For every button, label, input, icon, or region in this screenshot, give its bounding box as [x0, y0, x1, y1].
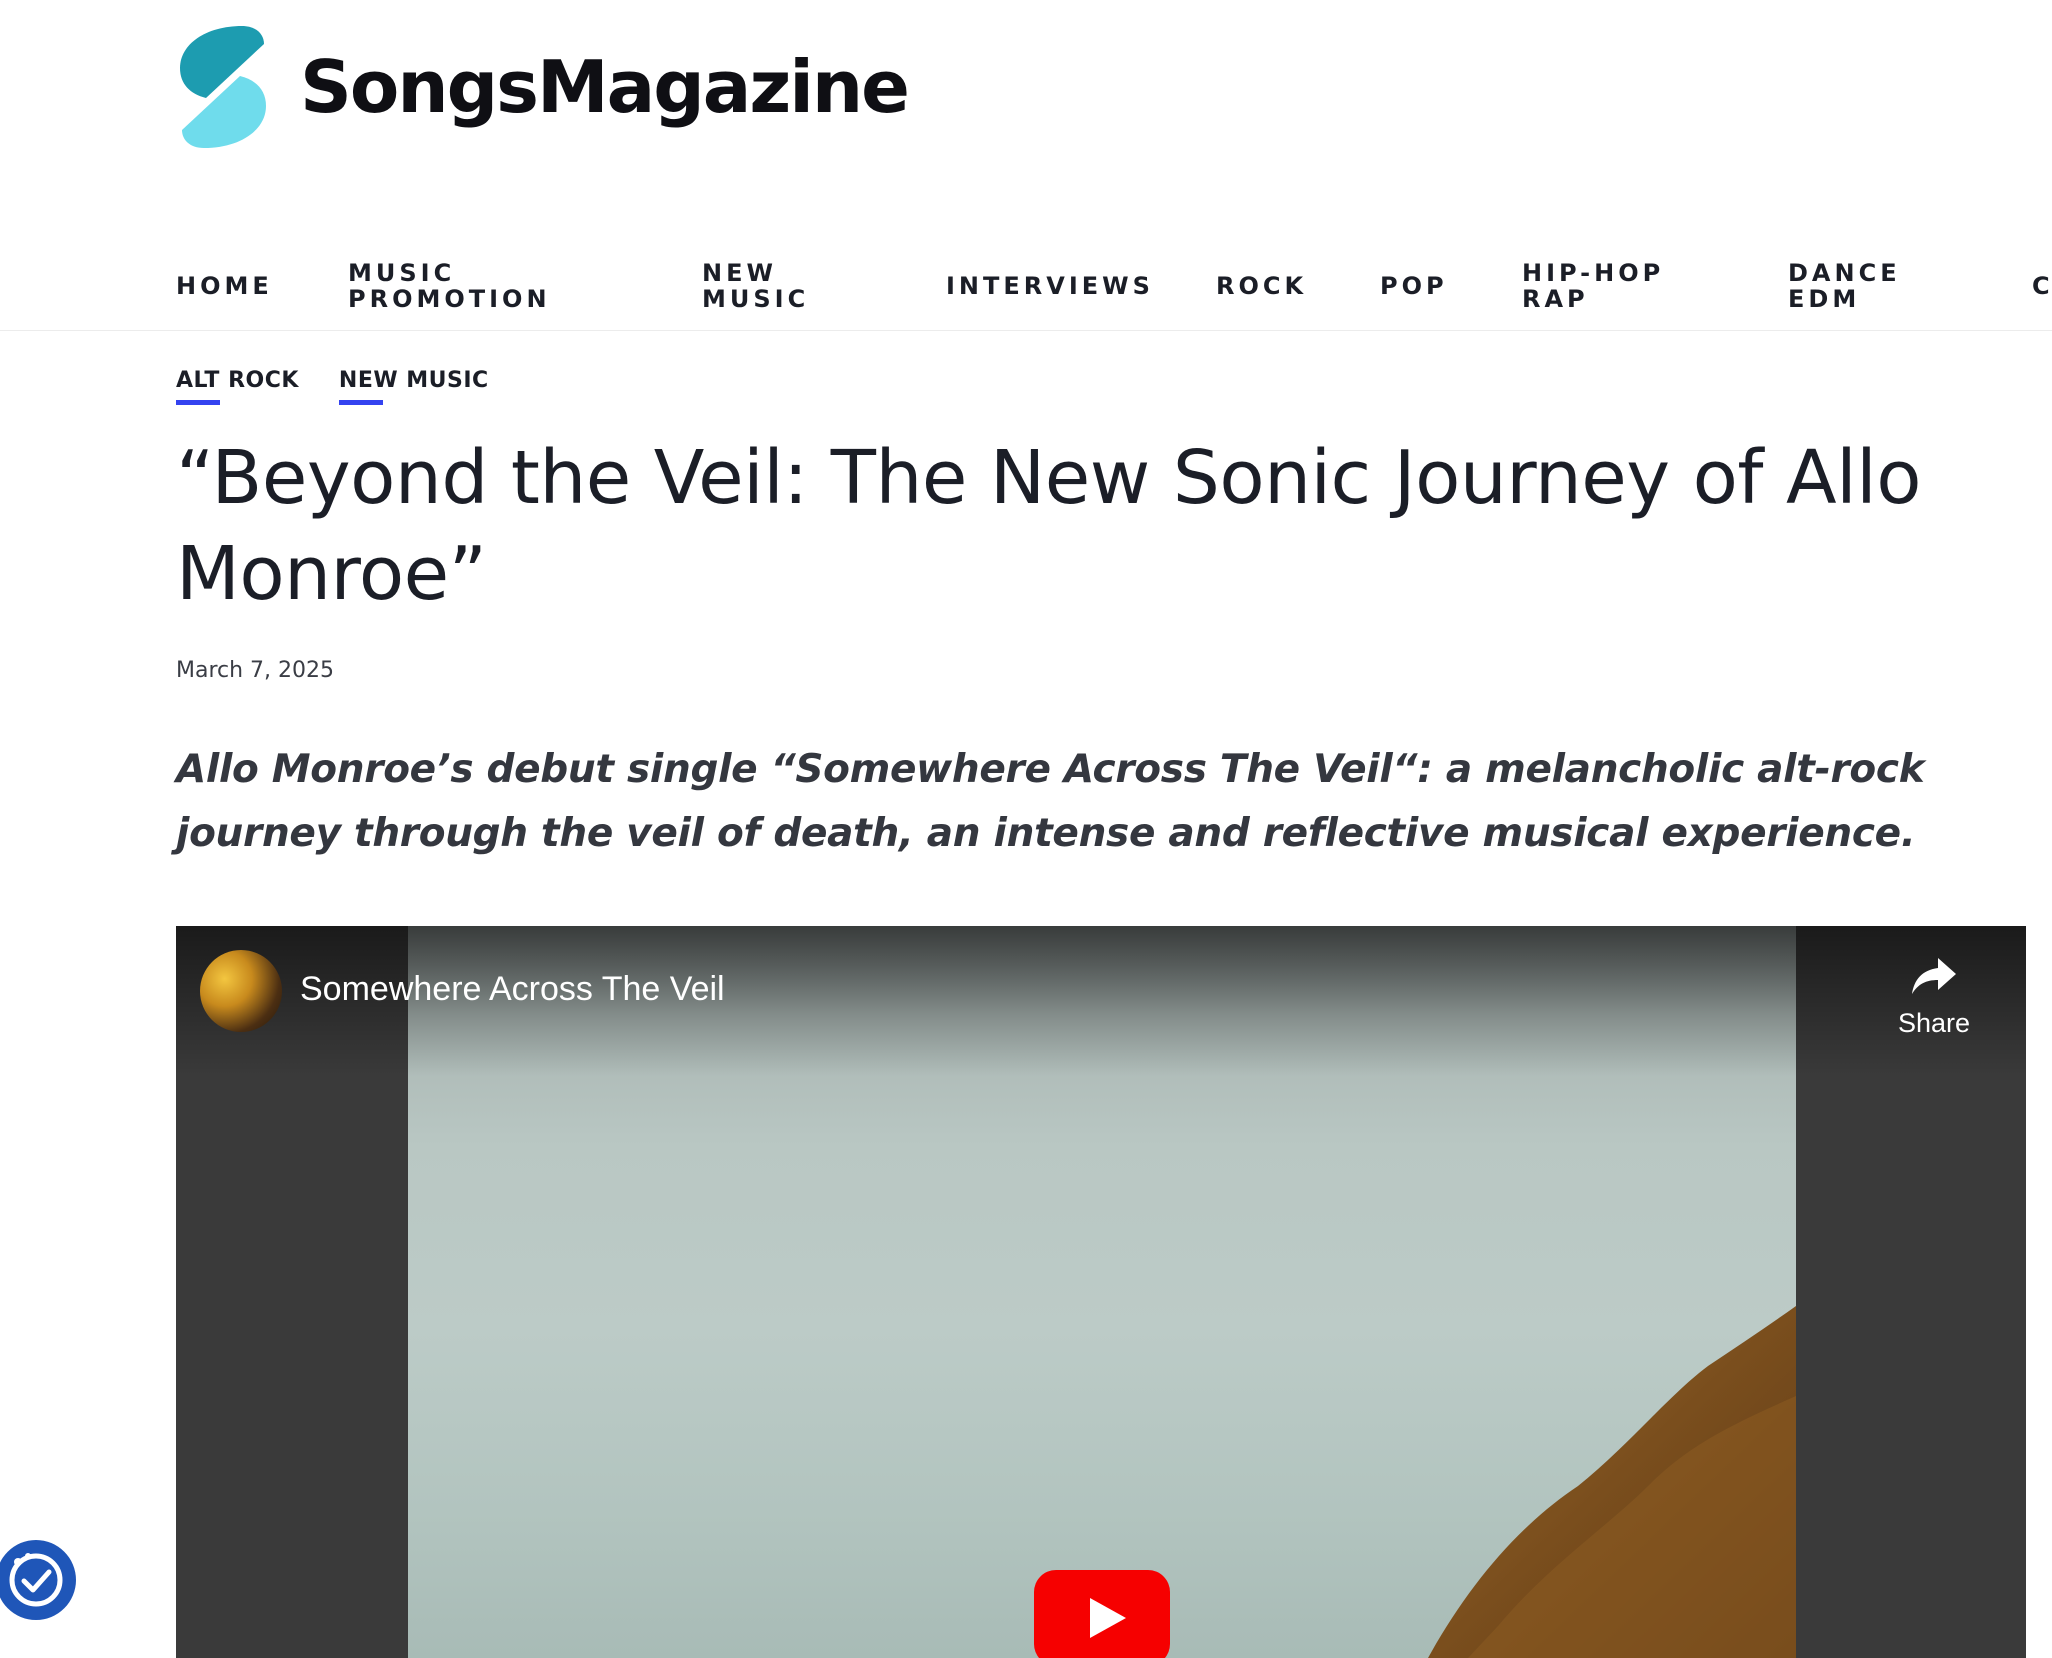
- article-lede: Allo Monroe’s debut single “Somewhere Ac…: [176, 747, 1925, 856]
- share-label: Share: [1897, 1008, 1971, 1038]
- accessibility-icon: [9, 1553, 63, 1607]
- youtube-play-icon[interactable]: [1034, 1570, 1170, 1658]
- site-logo[interactable]: SongsMagazine: [176, 24, 910, 150]
- share-arrow-icon: [1912, 958, 1956, 994]
- category-alt-rock[interactable]: ALT ROCK: [176, 368, 299, 405]
- nav-home[interactable]: HOME: [176, 242, 273, 330]
- nav-new-music[interactable]: NEW MUSIC: [702, 242, 809, 330]
- accessibility-button[interactable]: [0, 1540, 76, 1620]
- nav-music-promotion[interactable]: MUSIC PROMOTION: [348, 242, 551, 330]
- nav-interviews[interactable]: INTERVIEWS: [946, 242, 1154, 330]
- share-button[interactable]: Share: [1882, 956, 1986, 1039]
- logo-mark-icon: [180, 26, 266, 148]
- channel-avatar[interactable]: [200, 950, 282, 1032]
- nav-pop[interactable]: POP: [1380, 242, 1448, 330]
- category-new-music[interactable]: NEW MUSIC: [338, 368, 489, 405]
- video-title[interactable]: Somewhere Across The Veil: [300, 970, 725, 1009]
- nav-dance-edm[interactable]: DANCE EDM: [1788, 242, 1901, 330]
- nav-hip-hop-rap[interactable]: HIP-HOP RAP: [1522, 242, 1664, 330]
- video-embed[interactable]: Somewhere Across The Veil Share: [176, 926, 2026, 1658]
- article-categories: ALT ROCK NEW MUSIC: [176, 368, 489, 405]
- main-navigation: HOME MUSIC PROMOTION NEW MUSIC INTERVIEW…: [0, 242, 2052, 331]
- nav-item-truncated[interactable]: C: [2032, 242, 2052, 330]
- nav-rock[interactable]: ROCK: [1216, 242, 1307, 330]
- article-title: “Beyond the Veil: The New Sonic Journey …: [176, 435, 1921, 617]
- article-date: March 7, 2025: [176, 658, 335, 683]
- site-name: SongsMagazine: [300, 45, 910, 129]
